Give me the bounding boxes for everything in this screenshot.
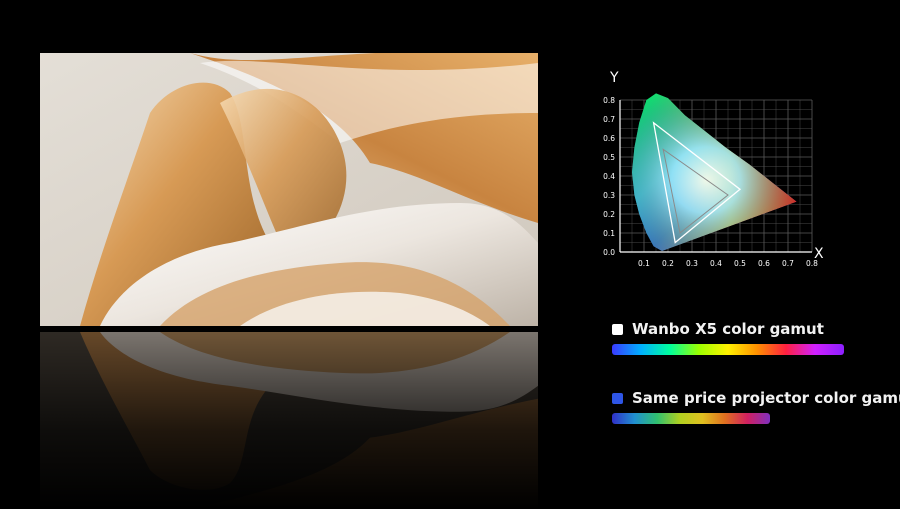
x-tick-label: 0.6 bbox=[758, 259, 770, 268]
y-tick-label: 0.1 bbox=[603, 229, 615, 238]
y-tick-label: 0.7 bbox=[603, 115, 615, 124]
legend-swatch-wanbo bbox=[612, 323, 623, 335]
silk-artwork bbox=[40, 53, 538, 326]
x-tick-label: 0.4 bbox=[710, 259, 722, 268]
y-tick-label: 0.6 bbox=[603, 134, 615, 143]
legend-label-wanbo: Wanbo X5 color gamut bbox=[632, 320, 824, 338]
legend-item-same-price: Same price projector color gamut bbox=[612, 389, 900, 407]
spectral-locus bbox=[632, 93, 797, 252]
y-tick-label: 0.2 bbox=[603, 210, 615, 219]
x-tick-label: 0.7 bbox=[782, 259, 794, 268]
reflection-fade bbox=[40, 332, 538, 509]
locus-white-point bbox=[632, 93, 797, 252]
y-axis-label: Y bbox=[609, 70, 619, 86]
y-tick-label: 0.0 bbox=[603, 248, 615, 257]
legend-swatch-same-price bbox=[612, 392, 623, 404]
cie-chromaticity-chart: 0.1 0.2 0.3 0.4 0.5 0.6 0.7 0.8 0.0 0.1 0.2 0.3 0.4 0… bbox=[603, 70, 824, 268]
y-tick-label: 0.3 bbox=[603, 191, 615, 200]
x-axis-label: X bbox=[814, 246, 824, 262]
y-tick-label: 0.8 bbox=[603, 96, 615, 105]
screen-reflection bbox=[40, 332, 538, 509]
y-tick-label: 0.5 bbox=[603, 153, 615, 162]
x-tick-label: 0.2 bbox=[662, 259, 674, 268]
y-tick-label: 0.4 bbox=[603, 172, 615, 181]
color-spectrum-bar-same-price bbox=[612, 413, 770, 424]
color-spectrum-bar-wanbo bbox=[612, 344, 844, 355]
x-tick-label: 0.5 bbox=[734, 259, 746, 268]
x-tick-label: 0.1 bbox=[638, 259, 650, 268]
legend-label-same-price: Same price projector color gamut bbox=[632, 389, 900, 407]
legend-item-wanbo: Wanbo X5 color gamut bbox=[612, 320, 824, 338]
projector-screen bbox=[40, 53, 538, 326]
x-tick-label: 0.3 bbox=[686, 259, 698, 268]
